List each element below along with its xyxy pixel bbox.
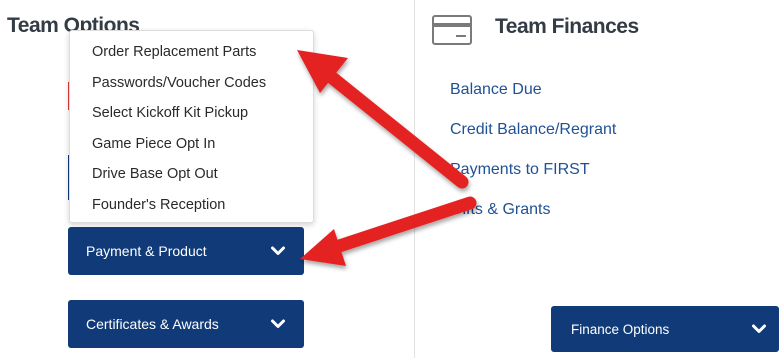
team-options-dropdown-menu: Order Replacement Parts Passwords/Vouche… bbox=[69, 30, 314, 223]
payment-and-product-button[interactable]: Payment & Product bbox=[68, 227, 304, 275]
certificates-and-awards-label: Certificates & Awards bbox=[86, 316, 219, 332]
finance-options-button[interactable]: Finance Options bbox=[551, 306, 779, 352]
menu-item-select-kickoff-kit-pickup[interactable]: Select Kickoff Kit Pickup bbox=[70, 98, 313, 129]
link-credit-balance-regrant[interactable]: Credit Balance/Regrant bbox=[450, 121, 616, 139]
team-finances-title: Team Finances bbox=[495, 15, 639, 38]
menu-item-passwords-voucher-codes[interactable]: Passwords/Voucher Codes bbox=[70, 68, 313, 99]
finance-options-label: Finance Options bbox=[571, 321, 670, 337]
menu-item-drive-base-opt-out[interactable]: Drive Base Opt Out bbox=[70, 159, 313, 190]
red-arrow bbox=[297, 50, 469, 189]
menu-item-game-piece-opt-in[interactable]: Game Piece Opt In bbox=[70, 129, 313, 160]
chevron-down-icon bbox=[270, 316, 286, 332]
credit-card-icon bbox=[432, 15, 472, 50]
menu-item-order-replacement-parts[interactable]: Order Replacement Parts bbox=[70, 37, 313, 68]
chevron-down-icon bbox=[270, 243, 286, 259]
link-gifts-and-grants[interactable]: Gifts & Grants bbox=[450, 201, 550, 219]
payment-and-product-label: Payment & Product bbox=[86, 243, 207, 259]
column-divider bbox=[414, 0, 415, 358]
link-balance-due[interactable]: Balance Due bbox=[450, 81, 542, 99]
red-arrow bbox=[300, 196, 477, 266]
menu-item-founders-reception[interactable]: Founder's Reception bbox=[70, 190, 313, 221]
link-payments-to-first[interactable]: Payments to FIRST bbox=[450, 161, 590, 179]
chevron-down-icon bbox=[751, 321, 767, 337]
certificates-and-awards-button[interactable]: Certificates & Awards bbox=[68, 300, 304, 348]
